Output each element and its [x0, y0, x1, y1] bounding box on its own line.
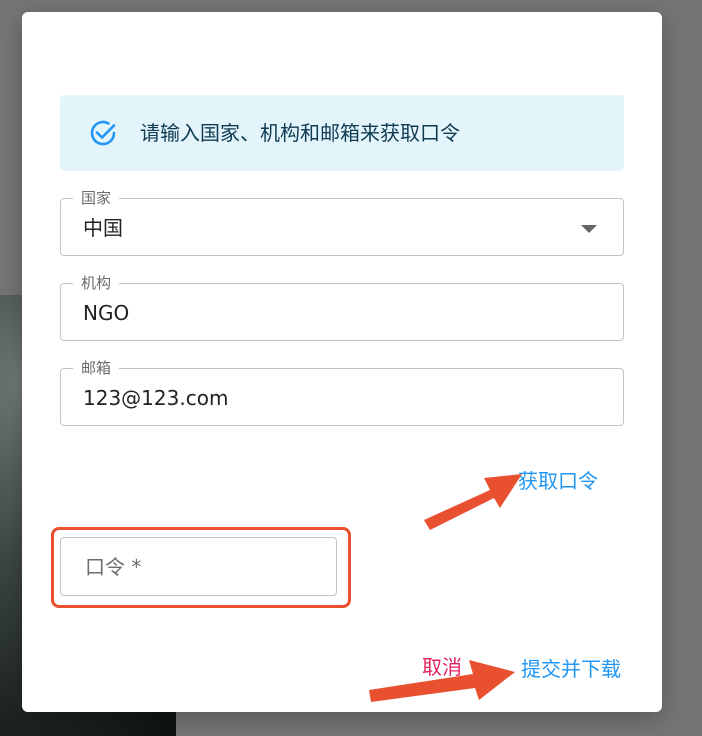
get-passcode-button[interactable]: 获取口令: [518, 467, 598, 495]
organization-field[interactable]: 机构 NGO: [60, 273, 624, 341]
country-select[interactable]: 国家 中国: [60, 188, 624, 256]
info-alert: 请输入国家、机构和邮箱来获取口令: [60, 95, 624, 171]
organization-label: 机构: [73, 273, 120, 293]
passcode-input[interactable]: [60, 537, 337, 596]
email-field[interactable]: 邮箱 123@123.com: [60, 358, 624, 426]
annotation-arrow-icon: [424, 474, 522, 530]
annotation-arrow-icon: [369, 660, 515, 702]
passcode-dialog: 请输入国家、机构和邮箱来获取口令 国家 中国 机构 NGO 邮箱 123@123…: [22, 12, 662, 712]
organization-value: NGO: [83, 301, 130, 325]
alert-message: 请输入国家、机构和邮箱来获取口令: [140, 121, 460, 145]
dropdown-arrow-icon[interactable]: [581, 225, 597, 233]
country-label: 国家: [73, 188, 120, 208]
email-label: 邮箱: [73, 358, 120, 378]
email-value: 123@123.com: [83, 386, 229, 410]
submit-download-button[interactable]: 提交并下载: [521, 655, 621, 683]
country-value: 中国: [83, 216, 123, 240]
check-circle-icon: [90, 120, 116, 146]
